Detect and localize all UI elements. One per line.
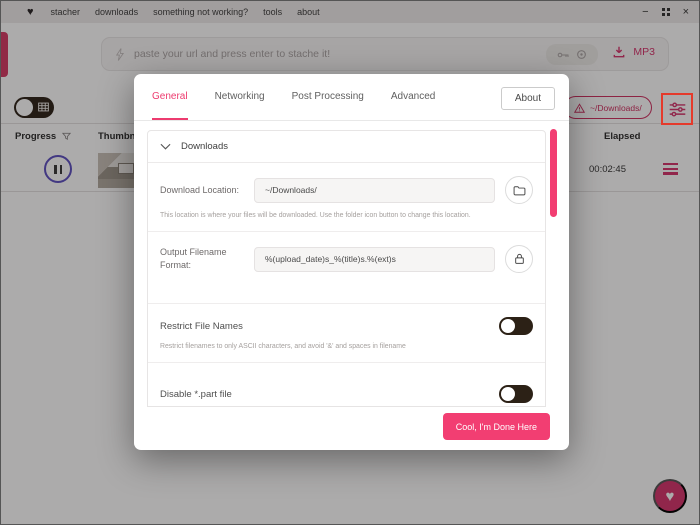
lock-icon — [514, 253, 525, 265]
disable-part-toggle[interactable] — [499, 385, 533, 403]
tab-advanced[interactable]: Advanced — [391, 74, 435, 120]
modal-scrollbar[interactable] — [550, 129, 557, 217]
download-location-label: Download Location: — [160, 184, 240, 195]
output-format-input[interactable] — [254, 246, 495, 272]
folder-icon — [513, 185, 526, 196]
about-button[interactable]: About — [500, 87, 555, 110]
restrict-filenames-label: Restrict File Names — [160, 320, 243, 332]
settings-scroll-area: Downloads Download Location: This locati… — [147, 122, 546, 407]
folder-button[interactable] — [505, 176, 533, 204]
field-download-location: Download Location: This location is wher… — [148, 163, 545, 231]
output-format-label: Output Filename Format: — [160, 247, 227, 270]
downloads-section-header[interactable]: Downloads — [148, 131, 545, 163]
lock-button[interactable] — [505, 245, 533, 273]
disable-part-label: Disable *.part file — [160, 388, 232, 400]
download-location-help: This location is where your files will b… — [160, 212, 471, 219]
chevron-down-icon — [160, 143, 171, 150]
settings-modal: General Networking Post Processing Advan… — [134, 74, 569, 450]
section-title: Downloads — [181, 141, 228, 152]
tab-networking[interactable]: Networking — [215, 74, 265, 120]
tab-post-processing[interactable]: Post Processing — [292, 74, 364, 120]
field-disable-part-file: Disable *.part file If enabled, do not u… — [148, 362, 545, 406]
downloads-section: Downloads Download Location: This locati… — [147, 130, 546, 406]
tab-general[interactable]: General — [152, 74, 188, 120]
restrict-filenames-toggle[interactable] — [499, 317, 533, 335]
stacher-app-window: ♥ stacher downloads something not workin… — [0, 0, 700, 525]
download-location-input[interactable] — [254, 177, 495, 203]
field-output-format: Output Filename Format: — [148, 231, 545, 303]
annotation-highlight-box — [661, 93, 693, 125]
restrict-filenames-help: Restrict filenames to only ASCII charact… — [160, 343, 406, 350]
field-restrict-filenames: Restrict File Names Restrict filenames t… — [148, 303, 545, 362]
done-button[interactable]: Cool, I'm Done Here — [442, 413, 550, 440]
